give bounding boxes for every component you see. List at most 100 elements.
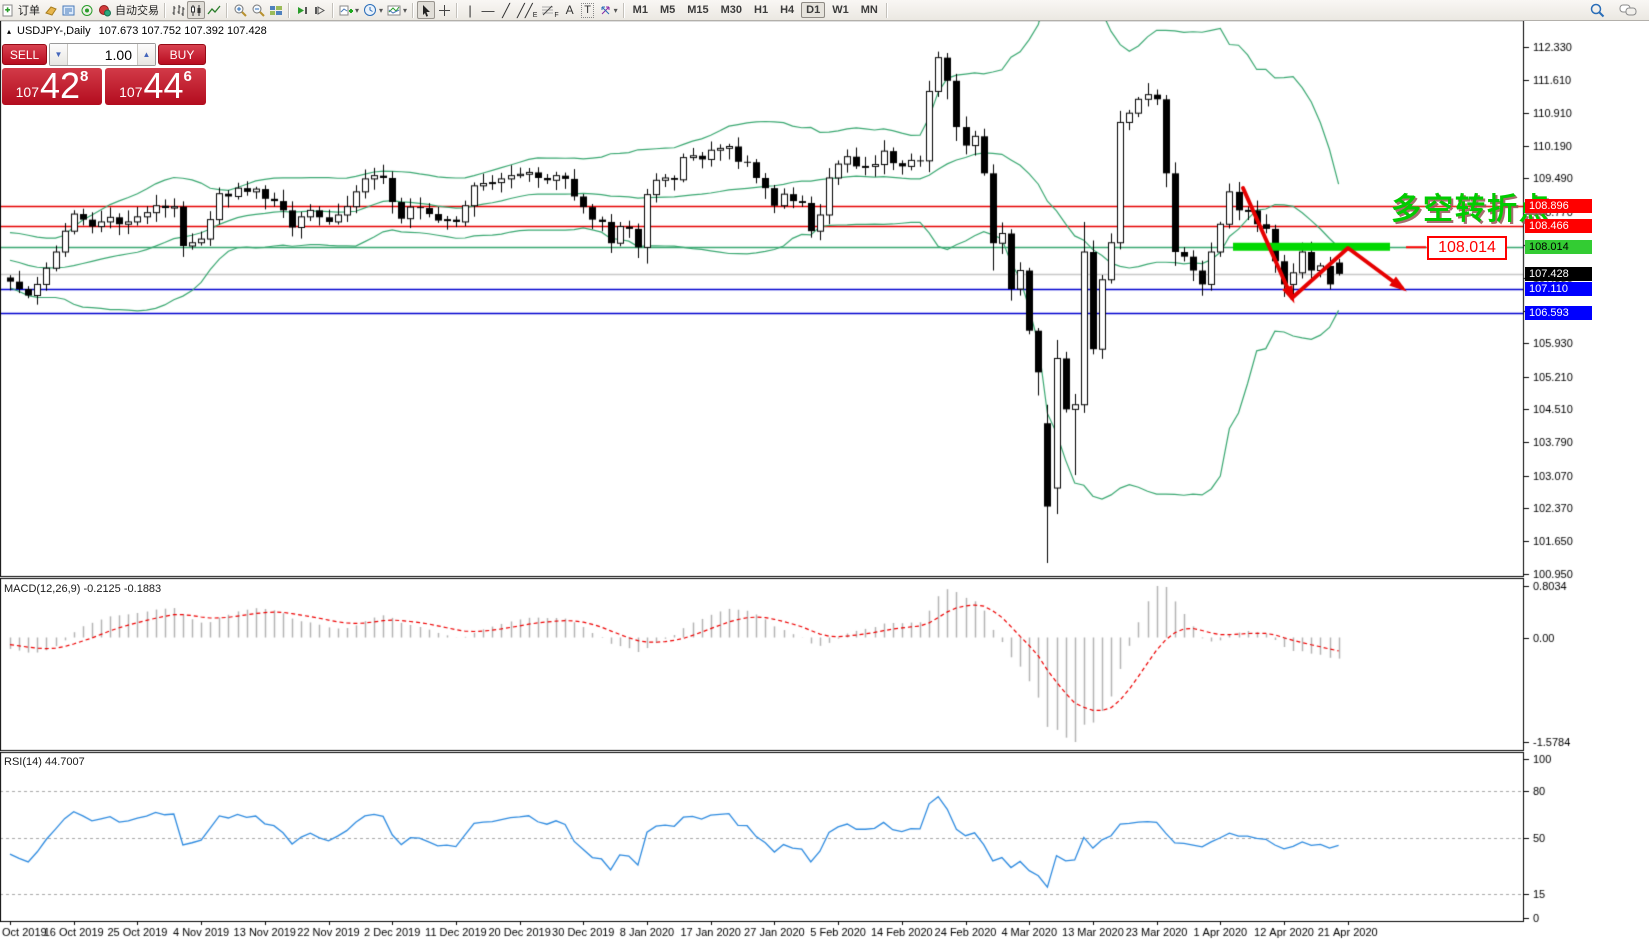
trendline-icon: ╱ (502, 4, 510, 17)
timeframe-group: M1M5M15M30H1H4D1W1MN (628, 2, 883, 18)
search-button[interactable] (1587, 1, 1607, 19)
vertical-line-button[interactable]: | (461, 1, 479, 19)
chat-button[interactable] (1617, 1, 1639, 19)
zoom-in-icon (233, 3, 247, 17)
buy-price-tile[interactable]: 107446 (105, 68, 206, 105)
cursor-button[interactable] (417, 1, 435, 19)
ticket-button[interactable] (42, 1, 60, 19)
price-callout-box: 108.014 (1427, 236, 1507, 260)
timeframe-W1[interactable]: W1 (827, 2, 854, 18)
autotrade-button[interactable]: 自动交易 (96, 1, 161, 19)
mt4-window: 订单 自动交易 (0, 0, 1649, 941)
horizontal-line-button[interactable]: — (479, 1, 497, 19)
periods-button[interactable]: ▾ (361, 1, 385, 19)
separator (164, 3, 166, 18)
sell-price-sup: 8 (80, 70, 88, 84)
tile-windows-icon (269, 4, 283, 17)
bar-chart-icon (171, 4, 185, 17)
chevron-up-icon: ▲ (143, 50, 151, 59)
separator (288, 3, 290, 18)
arrows-tool-button[interactable]: ▾ (597, 1, 620, 19)
text-label-button[interactable]: T (579, 1, 597, 19)
text-tool-icon: A (566, 4, 574, 17)
autotrade-label: 自动交易 (115, 2, 159, 18)
separator (456, 3, 458, 18)
candle-chart-button[interactable] (187, 1, 205, 19)
sell-price-big: 42 (40, 70, 80, 102)
symbol-ohlc: 107.673 107.752 107.392 107.428 (99, 25, 267, 37)
auto-scroll-button[interactable] (293, 1, 311, 19)
sell-price-tile[interactable]: 107428 (2, 68, 102, 105)
buy-price-small: 107 (119, 82, 142, 102)
dropdown-arrow-icon: ▾ (379, 6, 383, 15)
search-icon (1589, 2, 1605, 18)
volume-input[interactable]: 1.00 (68, 44, 137, 65)
trendline-button[interactable]: ╱ (497, 1, 515, 19)
macd-label: MACD(12,26,9) -0.2125 -0.1883 (4, 583, 161, 595)
separator (412, 3, 414, 18)
macd-value-main: -0.2125 (83, 583, 120, 595)
symbol-marker-icon: ▴ (7, 27, 11, 36)
chat-icon (1619, 3, 1637, 18)
timeframe-MN[interactable]: MN (856, 2, 883, 18)
tile-windows-button[interactable] (267, 1, 285, 19)
timeframe-H1[interactable]: H1 (749, 2, 773, 18)
indicators-button[interactable]: ▾ (337, 1, 361, 19)
sell-button-label: SELL (10, 48, 39, 62)
chart-canvas[interactable] (0, 0, 1649, 941)
vertical-line-icon: | (468, 4, 471, 17)
candlestick-chart-icon (189, 4, 203, 17)
macd-value-signal: -0.1883 (124, 583, 161, 595)
zoom-out-button[interactable] (249, 1, 267, 19)
signal-button[interactable] (78, 1, 96, 19)
sell-price-small: 107 (16, 82, 39, 102)
timeframe-H4[interactable]: H4 (775, 2, 799, 18)
chart-info-line: ▴ USDJPY-,Daily 107.673 107.752 107.392 10… (7, 25, 267, 37)
fibonacci-button[interactable]: F (539, 1, 560, 19)
one-click-trading-panel: SELL ▼ 1.00 ▲ BUY 107428 107446 (2, 42, 206, 105)
macd-name: MACD(12,26,9) (4, 583, 80, 595)
timeframe-M15[interactable]: M15 (682, 2, 713, 18)
dropdown-arrow-icon: ▾ (403, 6, 407, 15)
zoom-out-icon (251, 3, 265, 17)
buy-button[interactable]: BUY (158, 44, 206, 65)
horizontal-line-icon: — (482, 4, 495, 17)
chart-shift-button[interactable] (311, 1, 329, 19)
price-tag: 108.896 (1525, 199, 1592, 213)
volume-increase-button[interactable]: ▲ (137, 44, 155, 65)
new-order-icon (2, 4, 15, 17)
channel-suffix: E (533, 12, 538, 19)
market-watch-button[interactable] (60, 1, 78, 19)
template-icon (387, 4, 401, 17)
separator (623, 3, 625, 18)
autotrade-icon (98, 4, 112, 17)
zoom-in-button[interactable] (231, 1, 249, 19)
price-tag: 108.014 (1525, 240, 1592, 254)
arrows-tool-icon (599, 4, 612, 17)
clock-icon (363, 3, 377, 17)
signal-icon (80, 4, 94, 17)
volume-decrease-button[interactable]: ▼ (50, 44, 68, 65)
timeframe-M1[interactable]: M1 (628, 2, 653, 18)
buy-button-label: BUY (170, 48, 195, 62)
trade-row: SELL ▼ 1.00 ▲ BUY (2, 42, 206, 66)
line-chart-button[interactable] (205, 1, 223, 19)
channel-button[interactable]: ╱╱ E (515, 1, 539, 19)
volume-stepper: ▼ 1.00 ▲ (49, 43, 156, 66)
bar-chart-button[interactable] (169, 1, 187, 19)
sell-button[interactable]: SELL (2, 44, 47, 65)
timeframe-M30[interactable]: M30 (716, 2, 747, 18)
templates-button[interactable]: ▾ (385, 1, 409, 19)
dropdown-arrow-icon: ▾ (355, 6, 359, 15)
rsi-value: 44.7007 (45, 756, 85, 768)
rsi-name: RSI(14) (4, 756, 42, 768)
crosshair-button[interactable] (435, 1, 453, 19)
text-tool-button[interactable]: A (561, 1, 579, 19)
add-indicator-icon (339, 4, 353, 17)
timeframe-M5[interactable]: M5 (655, 2, 680, 18)
dropdown-arrow-icon: ▾ (614, 6, 618, 15)
new-order-button[interactable]: 订单 (0, 1, 42, 19)
timeframe-D1[interactable]: D1 (801, 2, 825, 18)
symbol-title: USDJPY-,Daily (17, 25, 91, 37)
rsi-label: RSI(14) 44.7007 (4, 756, 85, 768)
